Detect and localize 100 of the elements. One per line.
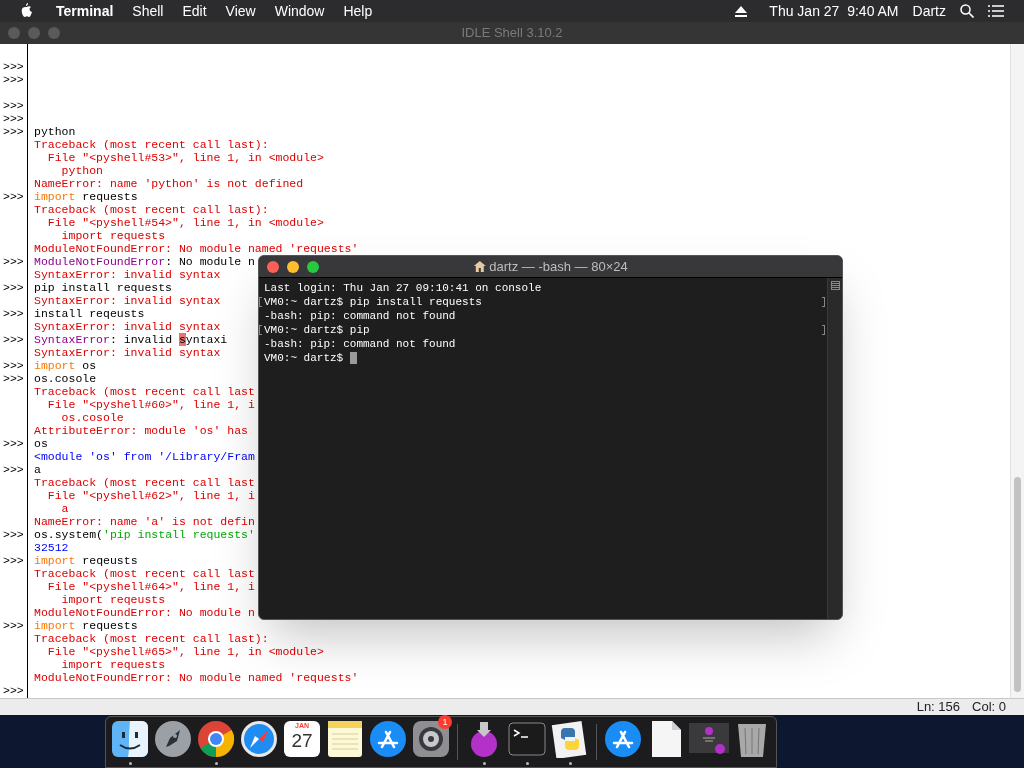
notepad-icon[interactable] [327,720,363,758]
shell-line: NameError: name 'a' is not defin [34,515,255,528]
shell-line: Traceback (most recent call last): [34,632,269,645]
shell-line: a [60,502,69,515]
shell-line: Traceback (most recent call last [34,567,255,580]
menu-item[interactable]: Help [343,0,373,22]
shell-line: import reqeusts [34,554,138,567]
shell-line: python [60,164,103,177]
document-icon[interactable] [650,720,682,758]
shell-prompt: >>> [3,190,24,203]
menu-item[interactable]: View [225,0,256,22]
shell-line: File "<pyshell#65>", line 1, in <module> [46,645,324,658]
shell-line: os.cosole [34,372,97,385]
terminal-line: VM0:~ dartz$ [264,351,345,365]
minimize-button[interactable] [287,260,299,273]
menu-item[interactable]: Shell [132,0,164,22]
shell-line: import requests [60,229,166,242]
split-view-icon[interactable] [830,281,840,290]
shell-line: a [34,463,41,476]
shell-line: Traceback (most recent call last): [34,203,269,216]
list-icon[interactable] [988,5,1004,17]
shell-prompt: >>> [3,554,24,567]
shell-prompt: >>> [3,99,24,112]
shell-line: 32512 [34,541,69,554]
eject-icon[interactable] [735,5,748,17]
shell-line: ModuleNotFoundError: No module named 'requests' [34,671,359,684]
shell-line: AttributeError: module 'os' has [34,424,248,437]
menu-item[interactable]: Window [274,0,325,22]
menu-item[interactable]: Edit [182,0,207,22]
snake-logo-icon[interactable] [551,720,589,758]
rocket-icon[interactable] [154,720,192,758]
shell-line: SyntaxError: invalid syntax [34,346,221,359]
shell-line: SyntaxError: invalid syntax [34,320,221,333]
shell-prompt: >>> [3,619,24,632]
shell-line: File "<pyshell#54>", line 1, in <module> [46,216,324,229]
shell-line: install reqeusts [34,307,145,320]
shell-prompt: >>> [3,73,24,86]
gear-icon[interactable] [412,720,450,758]
shell-line: SyntaxError: invalid syntax [34,268,221,281]
app-store-icon[interactable] [369,720,407,758]
shell-line: os.cosole [60,411,124,424]
shell-line: SyntaxError: invalid syntax [34,294,221,307]
menu-app-name[interactable]: Terminal [56,0,114,22]
shell-line: os [34,437,48,450]
shell-line: Traceback (most recent call last [34,385,255,398]
shell-line: import requests [34,190,138,203]
shell-line: File "<pyshell#53>", line 1, in <module> [46,151,324,164]
shell-line: import reqeusts [60,593,166,606]
shell-line: NameError: name 'python' is not defined [34,177,304,190]
shell-prompt: >>> [3,528,24,541]
shell-prompt: >>> [3,255,24,268]
close-button[interactable] [267,260,279,273]
search-icon[interactable] [960,4,974,18]
shell-line: ModuleNotFoundError: No module n [34,606,255,619]
shell-prompt: >>> [3,125,24,138]
terminal-line: VM0:~ dartz$ pip [264,323,370,337]
shell-prompt: >>> [3,333,24,346]
terminal-line: -bash: pip: command not found [264,337,456,351]
shell-prompt: >>> [3,372,24,385]
scrollbar[interactable] [827,278,842,619]
shell-prompt: >>> [3,684,24,697]
zoom-button[interactable] [307,260,319,273]
terminal-line: VM0:~ dartz$ pip install requests [264,295,482,309]
compass-icon[interactable] [240,720,278,758]
shell-prompt: >>> [3,112,24,125]
calendar-day: 27 [291,730,313,752]
line-number: Ln: 156 [916,698,961,717]
shell-line: pip install requests [34,281,173,294]
shell-prompt: >>> [3,281,24,294]
line-mark [822,325,825,335]
terminal-line: -bash: pip: command not found [264,309,456,323]
terminal-icon[interactable] [508,722,546,756]
apple-logo-icon[interactable] [20,3,34,19]
app-store-icon[interactable] [604,720,642,758]
shell-line: Traceback (most recent call last [34,476,255,489]
window-thumbnail-icon[interactable] [689,721,729,757]
shell-line: SyntaxError: invalid syntaxi [34,333,228,346]
shell-prompt: >>> [3,307,24,320]
shell-prompt: >>> [3,60,24,73]
shell-prompt: >>> [3,359,24,372]
shell-line: import requests [60,658,166,671]
shell-line: File "<pyshell#64>", line 1, i [46,580,255,593]
column-number: Col: 0 [972,698,1006,717]
shell-line: import requests [34,619,138,632]
notification-badge: 1 [438,715,452,729]
smiling-face-icon[interactable] [111,720,149,758]
shell-line: python [34,125,76,138]
line-mark [822,297,825,307]
shell-line: ModuleNotFoundError: No module named 'requests' [34,242,359,255]
window-title: IDLE Shell 3.10.2 [461,24,563,43]
menu-clock[interactable]: Thu Jan 27 9:40 AM [769,0,899,22]
shell-line: import os [34,359,97,372]
shell-line: <module 'os' from '/Library/Fram [34,450,255,463]
window-title: dartz — -bash — 80×24 [489,257,628,276]
browser-icon[interactable] [197,720,235,758]
menu-user[interactable]: Dartz [912,0,946,22]
shell-prompt: >>> [3,463,24,476]
shell-line: File "<pyshell#60>", line 1, i [46,398,255,411]
shell-line: ModuleNotFoundError: No module n [34,255,255,268]
shell-line: File "<pyshell#62>", line 1, i [46,489,255,502]
